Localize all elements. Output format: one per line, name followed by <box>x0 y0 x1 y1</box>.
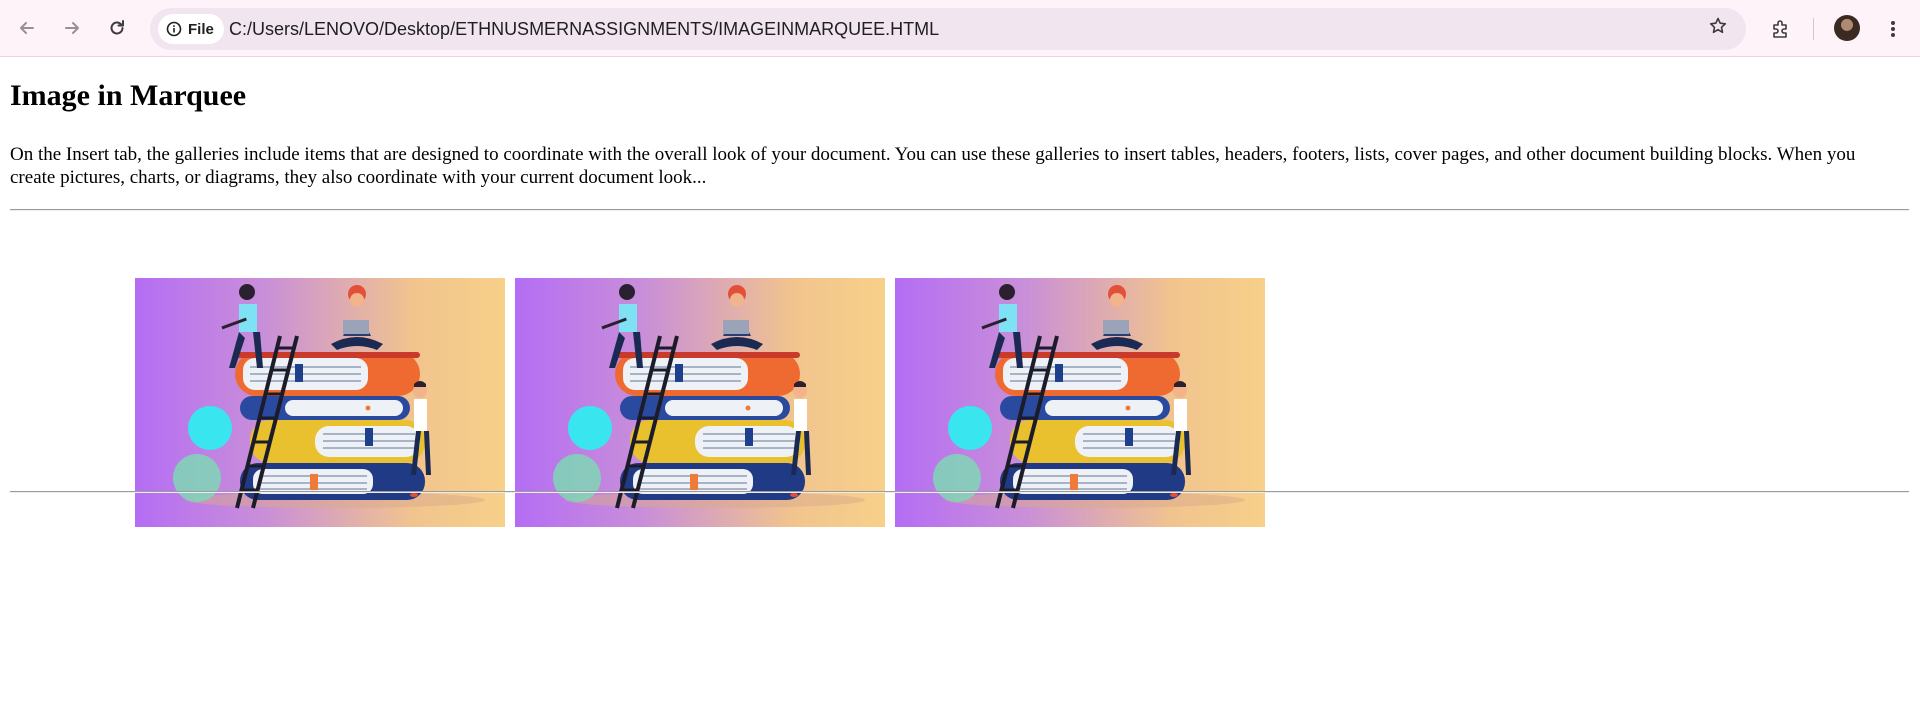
intro-paragraph: On the Insert tab, the galleries include… <box>10 144 1856 188</box>
top-horizontal-rule <box>10 209 1909 211</box>
forward-arrow-icon <box>65 22 79 34</box>
info-icon <box>166 21 182 37</box>
image-marquee <box>135 278 1275 527</box>
books-illustration-3 <box>933 284 1245 509</box>
browser-toolbar: File C:/Users/LENOVO/Desktop/ETHNUSMERNA… <box>0 0 1920 57</box>
reload-icon <box>110 20 124 35</box>
profile-avatar[interactable] <box>1834 15 1860 41</box>
reload-button[interactable] <box>100 11 134 45</box>
more-menu-button[interactable] <box>1880 11 1906 47</box>
address-bar[interactable]: File C:/Users/LENOVO/Desktop/ETHNUSMERNA… <box>150 8 1746 50</box>
marquee-image <box>515 278 885 527</box>
bottom-horizontal-rule <box>10 491 1909 493</box>
books-illustration-1 <box>173 284 485 509</box>
site-chip-label: File <box>188 20 214 38</box>
bookmark-button[interactable] <box>1700 8 1736 44</box>
back-arrow-icon <box>20 22 34 34</box>
page-heading: Image in Marquee <box>10 79 247 112</box>
marquee-image <box>895 278 1265 527</box>
site-info-chip[interactable]: File <box>158 14 224 44</box>
extensions-icon <box>1773 20 1787 38</box>
url-text[interactable]: C:/Users/LENOVO/Desktop/ETHNUSMERNASSIGN… <box>229 8 939 50</box>
more-menu-icon <box>1891 21 1895 37</box>
extensions-button[interactable] <box>1763 11 1799 47</box>
books-illustration-2 <box>553 284 865 509</box>
toolbar-separator <box>1813 18 1814 40</box>
back-button[interactable] <box>10 11 44 45</box>
star-icon <box>1709 17 1727 34</box>
marquee-image <box>135 278 505 527</box>
forward-button[interactable] <box>55 11 89 45</box>
